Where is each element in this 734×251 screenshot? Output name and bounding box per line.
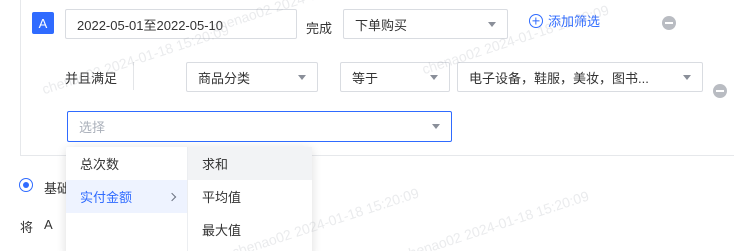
option-paid-amount[interactable]: 实付金额 <box>66 180 187 213</box>
a-label: A <box>44 217 53 232</box>
event-select-value: 下单购买 <box>355 17 408 33</box>
option-average[interactable]: 平均值 <box>188 180 312 213</box>
watermark: chenao02 2024-01-18 15:20:09 <box>400 187 591 251</box>
category-select[interactable]: 商品分类 <box>186 62 318 92</box>
group-badge: A <box>32 12 54 34</box>
option-sum[interactable]: 求和 <box>188 147 312 180</box>
values-select[interactable]: 电子设备，鞋服，美妆，图书... <box>457 62 703 92</box>
chevron-down-icon <box>430 74 438 80</box>
cascader-column-2: 求和 平均值 最大值 <box>188 147 312 251</box>
date-range-value: 2022-05-01至2022-05-10 <box>77 17 223 33</box>
category-select-value: 商品分类 <box>198 70 251 86</box>
remove-filter-icon[interactable] <box>713 84 727 98</box>
metric-select-placeholder: 选择 <box>79 120 106 135</box>
will-label: 将 <box>20 220 34 235</box>
values-select-value: 电子设备，鞋服，美妆，图书... <box>469 70 649 86</box>
operator-select-value: 等于 <box>352 70 379 86</box>
option-total-count[interactable]: 总次数 <box>66 147 187 180</box>
option-label: 总次数 <box>80 157 120 172</box>
metric-select[interactable]: 选择 <box>67 111 452 142</box>
divider <box>133 62 134 90</box>
date-range-picker[interactable]: 2022-05-01至2022-05-10 <box>65 9 297 39</box>
add-filter-label: 添加筛选 <box>548 14 601 29</box>
operator-select[interactable]: 等于 <box>340 62 450 92</box>
event-select[interactable]: 下单购买 <box>343 9 508 39</box>
chevron-down-icon <box>432 124 440 129</box>
option-label: 平均值 <box>202 190 242 205</box>
plus-circle-icon <box>529 13 543 28</box>
option-label: 最大值 <box>202 223 242 238</box>
option-max[interactable]: 最大值 <box>188 213 312 246</box>
remove-condition-icon[interactable] <box>662 16 676 30</box>
metric-cascader: 总次数 实付金额 求和 平均值 最大值 <box>66 147 312 251</box>
option-label: 求和 <box>202 157 229 172</box>
radio-dot-icon <box>23 182 29 188</box>
basic-radio[interactable] <box>19 178 33 192</box>
done-label: 完成 <box>306 21 333 36</box>
option-label: 实付金额 <box>80 190 133 205</box>
chevron-down-icon <box>683 74 691 80</box>
chevron-down-icon <box>488 21 496 27</box>
chevron-right-icon <box>167 192 177 201</box>
cascader-column-1: 总次数 实付金额 <box>66 147 188 251</box>
chevron-down-icon <box>298 74 306 80</box>
add-filter-button[interactable]: 添加筛选 <box>529 11 600 30</box>
and-satisfy-label: 并且满足 <box>65 71 118 86</box>
